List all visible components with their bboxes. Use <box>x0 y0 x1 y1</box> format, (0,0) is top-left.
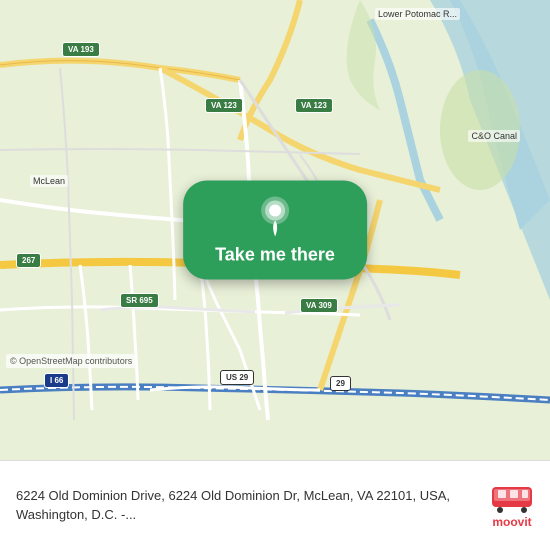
label-chesapeake: C&O Canal <box>468 130 520 142</box>
moovit-text: moovit <box>492 515 531 529</box>
address-text: 6224 Old Dominion Drive, 6224 Old Domini… <box>16 487 480 523</box>
map-container: McLean VA 193 VA 123 VA 123 267 SR 695 V… <box>0 0 550 460</box>
shield-us29b: 29 <box>330 376 351 391</box>
shield-i66: I 66 <box>44 373 69 388</box>
shield-us29a: US 29 <box>220 370 254 385</box>
shield-va309: VA 309 <box>300 298 338 313</box>
shield-sr695: SR 695 <box>120 293 159 308</box>
location-pin-icon <box>257 195 293 239</box>
shield-va123b: VA 123 <box>295 98 333 113</box>
osm-attribution: © OpenStreetMap contributors <box>6 354 136 368</box>
shield-va193: VA 193 <box>62 42 100 57</box>
button-label: Take me there <box>215 245 335 266</box>
label-lower-potomac: Lower Potomac R... <box>375 8 460 20</box>
place-label-mclean: McLean <box>30 175 68 187</box>
take-me-there-button[interactable]: Take me there <box>183 181 367 280</box>
button-overlay: Take me there <box>183 181 367 280</box>
shield-va123a: VA 123 <box>205 98 243 113</box>
info-bar: 6224 Old Dominion Drive, 6224 Old Domini… <box>0 460 550 550</box>
moovit-bus-icon <box>490 483 534 513</box>
shield-va267: 267 <box>16 253 41 268</box>
moovit-logo: moovit <box>490 483 534 529</box>
